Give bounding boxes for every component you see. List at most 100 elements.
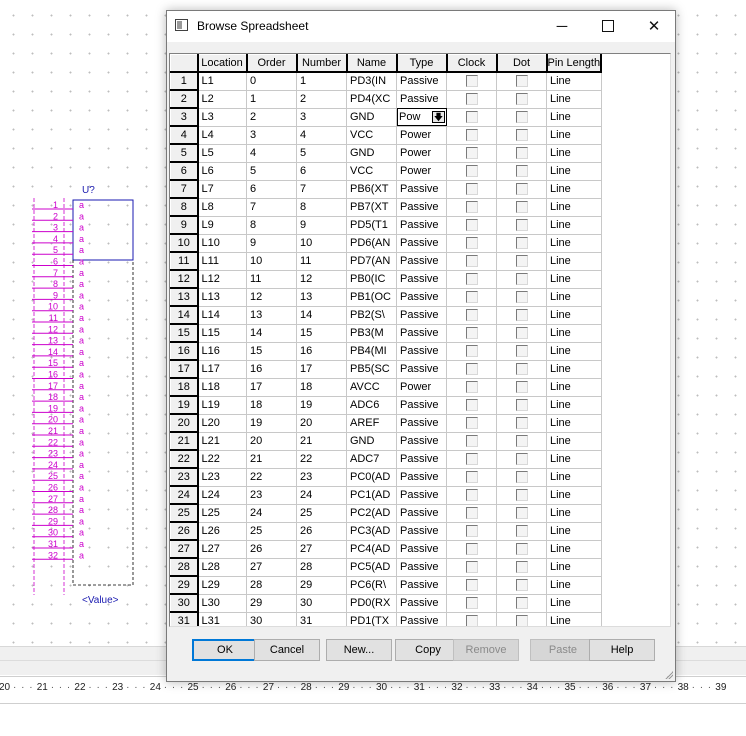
- row-number[interactable]: 29: [170, 575, 199, 595]
- dot-cell[interactable]: [496, 198, 547, 217]
- order-cell[interactable]: 5: [246, 162, 297, 181]
- dot-checkbox[interactable]: [515, 309, 528, 322]
- dropdown-arrow-icon[interactable]: 🡇: [432, 111, 445, 123]
- order-cell[interactable]: 21: [246, 450, 297, 469]
- dot-checkbox[interactable]: [515, 93, 528, 106]
- pin-length-cell[interactable]: Line: [546, 396, 602, 415]
- table-row[interactable]: 18 L18 17 18 AVCC Power Line: [170, 377, 602, 397]
- pin-length-cell[interactable]: Line: [546, 468, 602, 487]
- dot-cell[interactable]: [496, 360, 547, 379]
- name-cell[interactable]: PC5(AD: [346, 558, 397, 577]
- pin-length-cell[interactable]: Line: [546, 144, 602, 163]
- clock-cell[interactable]: [446, 72, 497, 91]
- table-row[interactable]: 10 L10 9 10 PD6(AN Passive Line: [170, 233, 602, 253]
- type-cell[interactable]: Passive: [396, 450, 447, 469]
- number-cell[interactable]: 31: [296, 612, 347, 626]
- clock-checkbox[interactable]: [465, 201, 478, 214]
- number-cell[interactable]: 17: [296, 360, 347, 379]
- dot-cell[interactable]: [496, 72, 547, 91]
- row-number[interactable]: 21: [170, 431, 199, 451]
- clock-checkbox[interactable]: [465, 417, 478, 430]
- help-button[interactable]: Help: [589, 639, 655, 661]
- row-number[interactable]: 30: [170, 593, 199, 613]
- clock-cell[interactable]: [446, 360, 497, 379]
- type-cell[interactable]: Passive: [396, 234, 447, 253]
- dot-checkbox[interactable]: [515, 75, 528, 88]
- clock-checkbox[interactable]: [465, 255, 478, 268]
- pin-length-cell[interactable]: Line: [546, 288, 602, 307]
- dot-checkbox[interactable]: [515, 525, 528, 538]
- dot-cell[interactable]: [496, 576, 547, 595]
- clock-checkbox[interactable]: [465, 291, 478, 304]
- pin-length-cell[interactable]: Line: [546, 270, 602, 289]
- column-header[interactable]: Type: [396, 54, 448, 73]
- dot-cell[interactable]: [496, 522, 547, 541]
- table-row[interactable]: 29 L29 28 29 PC6(R\ Passive Line: [170, 575, 602, 595]
- order-cell[interactable]: 2: [246, 108, 297, 127]
- name-cell[interactable]: PC0(AD: [346, 468, 397, 487]
- clock-checkbox[interactable]: [465, 75, 478, 88]
- order-cell[interactable]: 6: [246, 180, 297, 199]
- row-number[interactable]: 3: [170, 107, 199, 127]
- dot-checkbox[interactable]: [515, 489, 528, 502]
- clock-cell[interactable]: [446, 108, 497, 127]
- order-cell[interactable]: 14: [246, 324, 297, 343]
- name-cell[interactable]: VCC: [346, 126, 397, 145]
- row-number[interactable]: 4: [170, 125, 199, 145]
- clock-cell[interactable]: [446, 558, 497, 577]
- number-cell[interactable]: 8: [296, 198, 347, 217]
- location-cell[interactable]: L15: [197, 324, 247, 343]
- clock-cell[interactable]: [446, 504, 497, 523]
- table-row[interactable]: 5 L5 4 5 GND Power Line: [170, 143, 602, 163]
- type-cell[interactable]: Passive: [396, 504, 447, 523]
- clock-cell[interactable]: [446, 576, 497, 595]
- location-cell[interactable]: L17: [197, 360, 247, 379]
- table-row[interactable]: 20 L20 19 20 AREF Passive Line: [170, 413, 602, 433]
- type-cell[interactable]: Passive: [396, 486, 447, 505]
- dot-checkbox[interactable]: [515, 219, 528, 232]
- order-cell[interactable]: 7: [246, 198, 297, 217]
- pin-length-cell[interactable]: Line: [546, 576, 602, 595]
- name-cell[interactable]: GND: [346, 432, 397, 451]
- order-cell[interactable]: 4: [246, 144, 297, 163]
- order-cell[interactable]: 30: [246, 612, 297, 626]
- location-cell[interactable]: L19: [197, 396, 247, 415]
- number-cell[interactable]: 6: [296, 162, 347, 181]
- dot-checkbox[interactable]: [515, 471, 528, 484]
- row-number[interactable]: 16: [170, 341, 199, 361]
- order-cell[interactable]: 15: [246, 342, 297, 361]
- name-cell[interactable]: PB4(MI: [346, 342, 397, 361]
- dot-cell[interactable]: [496, 126, 547, 145]
- type-cell[interactable]: Passive: [396, 468, 447, 487]
- clock-cell[interactable]: [446, 414, 497, 433]
- location-cell[interactable]: L14: [197, 306, 247, 325]
- pin-length-cell[interactable]: Line: [546, 540, 602, 559]
- row-number[interactable]: 7: [170, 179, 199, 199]
- dot-checkbox[interactable]: [515, 237, 528, 250]
- type-dropdown-cell[interactable]: Pow 🡇: [396, 108, 447, 127]
- name-cell[interactable]: PD7(AN: [346, 252, 397, 271]
- location-cell[interactable]: L12: [197, 270, 247, 289]
- table-row[interactable]: 9 L9 8 9 PD5(T1 Passive Line: [170, 215, 602, 235]
- clock-cell[interactable]: [446, 306, 497, 325]
- type-dropdown[interactable]: Pow 🡇: [399, 110, 446, 124]
- dot-checkbox[interactable]: [515, 363, 528, 376]
- row-number[interactable]: 5: [170, 143, 199, 163]
- table-row[interactable]: 6 L6 5 6 VCC Power Line: [170, 161, 602, 181]
- type-cell[interactable]: Power: [396, 162, 447, 181]
- column-header[interactable]: Dot: [496, 54, 548, 73]
- number-cell[interactable]: 25: [296, 504, 347, 523]
- dot-checkbox[interactable]: [515, 579, 528, 592]
- clock-checkbox[interactable]: [465, 399, 478, 412]
- table-row[interactable]: 30 L30 29 30 PD0(RX Passive Line: [170, 593, 602, 613]
- clock-checkbox[interactable]: [465, 327, 478, 340]
- location-cell[interactable]: L20: [197, 414, 247, 433]
- table-row[interactable]: 21 L21 20 21 GND Passive Line: [170, 431, 602, 451]
- number-cell[interactable]: 3: [296, 108, 347, 127]
- dot-checkbox[interactable]: [515, 597, 528, 610]
- name-cell[interactable]: PD4(XC: [346, 90, 397, 109]
- dot-checkbox[interactable]: [515, 147, 528, 160]
- type-cell[interactable]: Passive: [396, 576, 447, 595]
- row-number[interactable]: 15: [170, 323, 199, 343]
- type-cell[interactable]: Power: [396, 126, 447, 145]
